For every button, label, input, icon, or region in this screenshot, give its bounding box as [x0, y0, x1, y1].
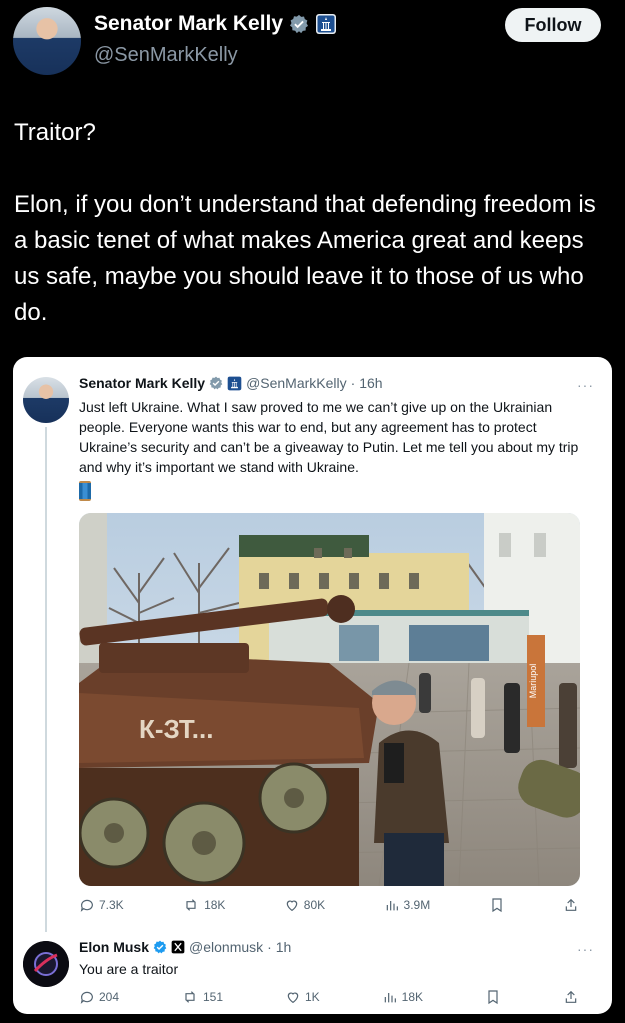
bookmark-icon[interactable] — [489, 897, 505, 913]
repost-button[interactable]: 18K — [182, 897, 225, 913]
share-icon[interactable] — [563, 989, 579, 1005]
author-handle[interactable]: @SenMarkKelly — [94, 44, 238, 67]
verified-badge-icon — [209, 376, 223, 390]
reply-icon — [80, 991, 93, 1004]
like-button[interactable]: 1K — [285, 989, 320, 1005]
spool-emoji-icon — [79, 481, 91, 501]
author-avatar[interactable] — [13, 7, 81, 75]
reply-metrics: 204 151 1K 18K — [79, 989, 579, 1005]
verified-badge-icon — [153, 940, 167, 954]
reply-author-handle[interactable]: @elonmusk — [189, 939, 263, 955]
mariupol-sign: Mariupol — [528, 664, 538, 699]
bookmark-icon[interactable] — [485, 989, 501, 1005]
quoted-tweet-card[interactable]: Senator Mark Kelly @SenMarkKelly · 16h ·… — [13, 357, 612, 1014]
views-button[interactable]: 18K — [382, 989, 423, 1005]
heart-icon — [287, 992, 299, 1004]
reply-text: You are a traitor — [79, 961, 179, 977]
reply-author-name[interactable]: Elon Musk — [79, 939, 149, 955]
tweet-header: Senator Mark Kelly @SenMarkKelly Follow — [0, 0, 625, 80]
quoted-tweet-header: Senator Mark Kelly @SenMarkKelly · 16h — [79, 375, 383, 391]
reply-header: Elon Musk @elonmusk · 1h — [79, 939, 291, 955]
views-icon — [384, 993, 396, 1003]
like-count: 1K — [305, 990, 320, 1004]
photo-scene: Mariupol К-ЗТ... — [79, 513, 580, 886]
views-button[interactable]: 3.9M — [384, 897, 431, 913]
tweet-text-line-1: Traitor? — [14, 119, 96, 146]
author-name[interactable]: Senator Mark Kelly — [94, 12, 283, 36]
reply-button[interactable]: 204 — [79, 989, 119, 1005]
like-button[interactable]: 80K — [284, 897, 325, 913]
quoted-tweet-text: Just left Ukraine. What I saw proved to … — [79, 397, 594, 506]
views-count: 3.9M — [403, 898, 431, 912]
share-icon[interactable] — [563, 897, 579, 913]
quoted-author-name[interactable]: Senator Mark Kelly — [79, 375, 205, 391]
repost-count: 151 — [203, 990, 224, 1004]
government-badge-icon — [316, 14, 337, 34]
x-affiliate-badge-icon — [171, 940, 185, 954]
reply-timestamp[interactable]: · 1h — [267, 939, 291, 955]
views-count: 18K — [401, 990, 424, 1004]
quoted-tweet-metrics: 7.3K 18K 80K 3.9M — [79, 897, 579, 913]
tweet-text-line-2: Elon, if you don’t understand that defen… — [14, 191, 596, 326]
government-badge-icon — [227, 376, 242, 390]
reply-avatar-art — [23, 941, 69, 987]
repost-button[interactable]: 151 — [181, 989, 223, 1005]
tweet-text: Traitor? Elon, if you don’t understand t… — [14, 115, 614, 331]
quoted-more-icon[interactable]: ··· — [577, 377, 594, 393]
reply-count: 7.3K — [99, 898, 124, 912]
author-name-line: Senator Mark Kelly — [94, 12, 337, 36]
quoted-author-avatar[interactable] — [23, 377, 69, 423]
reply-button[interactable]: 7.3K — [79, 897, 124, 913]
follow-button[interactable]: Follow — [505, 8, 601, 42]
tank-graffiti: К-ЗТ... — [139, 714, 213, 744]
reply-icon — [80, 899, 93, 912]
quoted-author-handle[interactable]: @SenMarkKelly — [246, 375, 347, 391]
reply-more-icon[interactable]: ··· — [577, 941, 594, 957]
repost-icon — [186, 899, 196, 911]
thread-line — [45, 427, 47, 932]
reply-count: 204 — [99, 990, 120, 1004]
like-count: 80K — [303, 898, 326, 912]
repost-count: 18K — [204, 898, 226, 912]
heart-icon — [286, 900, 298, 912]
verified-badge-icon — [290, 14, 309, 34]
reply-author-avatar[interactable] — [23, 941, 69, 987]
repost-icon — [185, 991, 195, 1003]
quoted-text: Just left Ukraine. What I saw proved to … — [79, 399, 579, 475]
views-icon — [386, 901, 398, 911]
quoted-timestamp[interactable]: · 16h — [351, 375, 383, 391]
tweet-photo[interactable]: Mariupol К-ЗТ... — [79, 513, 580, 886]
